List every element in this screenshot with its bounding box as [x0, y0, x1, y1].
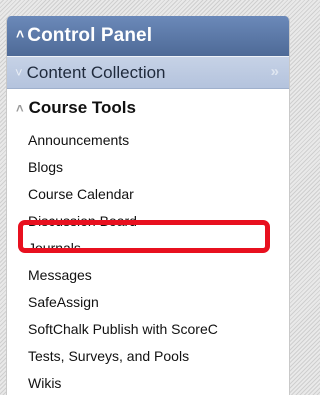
control-panel-header[interactable]: ˄ Control Panel: [7, 16, 289, 56]
course-tool-safeassign[interactable]: SafeAssign: [28, 289, 289, 316]
content-collection-label: Content Collection: [26, 62, 166, 82]
course-tool-softchalk[interactable]: SoftChalk Publish with ScoreC: [28, 316, 289, 343]
course-tool-tests-surveys-pools[interactable]: Tests, Surveys, and Pools: [28, 343, 289, 370]
course-tools-header[interactable]: ˄ Course Tools: [7, 89, 289, 127]
chevron-down-double-icon: ˅: [15, 65, 23, 80]
course-tools-list: Announcements Blogs Course Calendar Disc…: [7, 127, 289, 395]
double-arrow-right-icon[interactable]: »: [271, 63, 279, 80]
control-panel: ˄ Control Panel ˅ Content Collection » ˄…: [6, 16, 290, 395]
course-tool-messages[interactable]: Messages: [28, 262, 289, 289]
course-tools-title: Course Tools: [28, 98, 136, 117]
journals-highlight-annotation: [18, 220, 270, 253]
course-tool-wikis[interactable]: Wikis: [28, 370, 289, 395]
chevron-up-double-icon: ˄: [16, 26, 25, 42]
chevron-up-double-icon: ˄: [16, 100, 24, 116]
course-tool-blogs[interactable]: Blogs: [28, 154, 289, 181]
course-tool-course-calendar[interactable]: Course Calendar: [28, 181, 289, 208]
control-panel-title: Control Panel: [27, 25, 153, 46]
course-tool-announcements[interactable]: Announcements: [28, 127, 289, 154]
content-collection-item[interactable]: ˅ Content Collection »: [7, 56, 289, 89]
